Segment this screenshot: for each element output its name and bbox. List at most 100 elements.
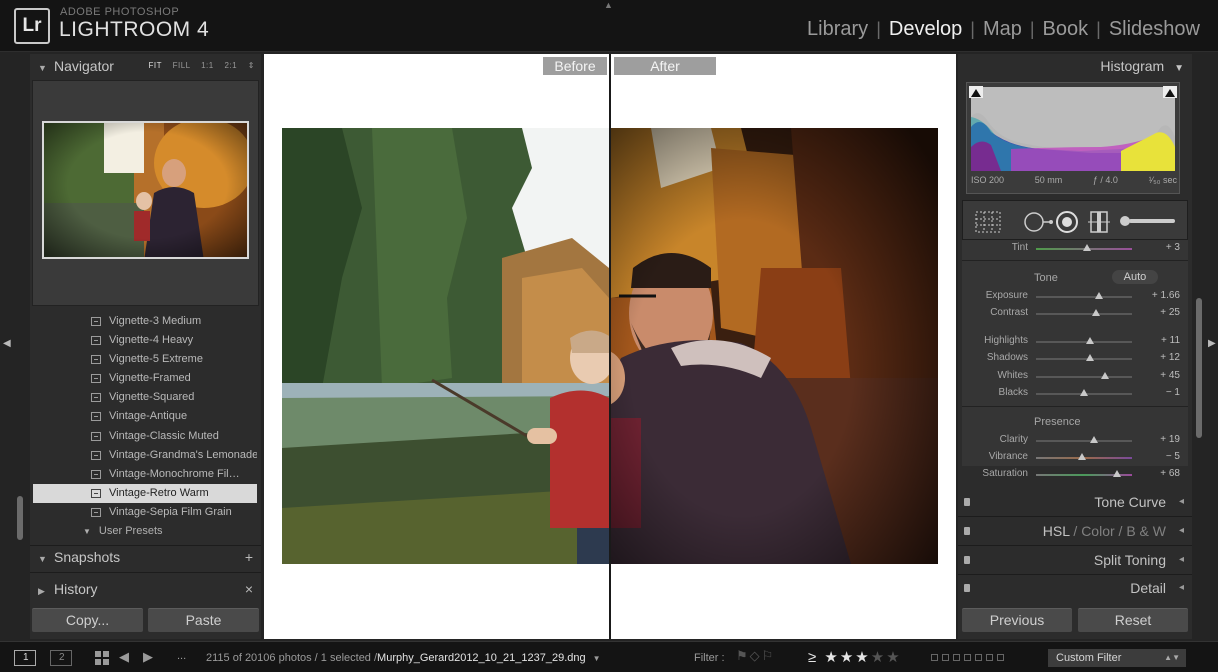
secondary-monitor-button[interactable]: 2 (50, 650, 72, 666)
paste-button[interactable]: Paste (148, 608, 259, 632)
preset-item[interactable]: Vignette-3 Medium (33, 312, 257, 331)
tint-slider[interactable]: Tint + 3 (962, 240, 1188, 256)
module-map[interactable]: Map (975, 18, 1030, 41)
snapshots-header[interactable]: ▼ Snapshots + (30, 545, 261, 569)
module-book[interactable]: Book (1035, 18, 1097, 41)
auto-tone-button[interactable]: Auto (1112, 270, 1158, 284)
primary-monitor-button[interactable]: 1 (14, 650, 36, 666)
shadows-slider[interactable]: Shadows + 12 (962, 350, 1188, 366)
zoom-fill[interactable]: FILL (173, 61, 191, 70)
stars-on[interactable]: ★★★ (824, 649, 870, 666)
graduated-filter-icon[interactable] (1087, 210, 1111, 239)
forward-arrow-icon[interactable]: ▶ (143, 649, 153, 665)
custom-filter-select[interactable]: Custom Filter ▲▼ (1048, 649, 1186, 667)
stars-off[interactable]: ★★ (871, 649, 902, 666)
slider-value[interactable]: + 12 (1160, 352, 1180, 363)
navigator-preview[interactable] (32, 80, 259, 306)
preset-item[interactable]: Vignette-5 Extreme (33, 350, 257, 369)
color-label-filter[interactable] (931, 654, 1004, 661)
slider-thumb[interactable] (1085, 354, 1094, 361)
tab-bw[interactable]: B & W (1126, 523, 1166, 539)
slider-track[interactable] (1036, 341, 1132, 343)
color-other-filter[interactable] (986, 654, 993, 661)
slider-value[interactable]: + 45 (1160, 370, 1180, 381)
tone-curve-header[interactable]: Tone Curve ◂ (962, 490, 1188, 514)
slider-track[interactable] (1036, 376, 1132, 378)
slider-value[interactable]: + 11 (1161, 335, 1180, 346)
slider-value[interactable]: + 19 (1160, 434, 1180, 445)
slider-thumb[interactable] (1080, 389, 1088, 396)
navigator-header[interactable]: ▼ Navigator FIT FILL 1:1 2:1 ⇕ (30, 54, 261, 78)
reset-button[interactable]: Reset (1078, 608, 1188, 632)
slider-thumb[interactable] (1082, 244, 1091, 251)
zoom-fit[interactable]: FIT (149, 61, 162, 70)
slider-thumb[interactable] (1078, 453, 1087, 460)
blacks-slider[interactable]: Blacks − 1 (962, 385, 1188, 401)
crop-overlay-icon[interactable] (975, 211, 1001, 238)
panel-switch-icon[interactable] (964, 527, 970, 535)
spot-removal-icon[interactable] (1023, 211, 1053, 238)
clarity-slider[interactable]: Clarity + 19 (962, 432, 1188, 448)
hsl-header[interactable]: HSL / Color / B & W ◂ (962, 519, 1188, 543)
module-library[interactable]: Library (799, 18, 876, 41)
preset-item[interactable]: Vintage-Classic Muted (33, 427, 257, 446)
slider-thumb[interactable] (1085, 337, 1094, 344)
module-slideshow[interactable]: Slideshow (1101, 18, 1208, 41)
color-yellow-filter[interactable] (942, 654, 949, 661)
slider-value[interactable]: + 3 (1166, 242, 1180, 253)
module-develop[interactable]: Develop (881, 18, 970, 41)
preset-item[interactable]: Vignette-Framed (33, 369, 257, 388)
slider-track[interactable] (1036, 358, 1132, 360)
slider-thumb[interactable] (1091, 309, 1100, 316)
whites-slider[interactable]: Whites + 45 (962, 368, 1188, 384)
after-photo[interactable] (611, 128, 938, 564)
panel-switch-icon[interactable] (964, 556, 970, 564)
right-scrollbar[interactable] (1196, 298, 1202, 438)
collapse-right-icon[interactable]: ▶ (1208, 338, 1216, 349)
slider-track[interactable] (1036, 313, 1132, 315)
slider-value[interactable]: − 1 (1166, 387, 1180, 398)
saturation-slider[interactable]: Saturation + 68 (962, 466, 1188, 482)
collapse-top-icon[interactable]: ▲ (604, 0, 613, 10)
add-snapshot-icon[interactable]: + (245, 545, 253, 569)
preset-item[interactable]: Vintage-Grandma's Lemonade (33, 446, 257, 465)
split-toning-header[interactable]: Split Toning ◂ (962, 548, 1188, 572)
color-red-filter[interactable] (931, 654, 938, 661)
tab-color[interactable]: Color (1081, 523, 1114, 539)
rating-operator[interactable]: ≥ (808, 649, 818, 666)
source-menu[interactable]: ... (177, 650, 186, 662)
red-eye-icon[interactable] (1055, 210, 1079, 239)
slider-track[interactable] (1036, 440, 1132, 442)
slider-thumb[interactable] (1089, 436, 1098, 443)
zoom-1-1[interactable]: 1:1 (201, 61, 214, 70)
slider-value[interactable]: − 5 (1166, 451, 1180, 462)
preset-item[interactable]: Vignette-4 Heavy (33, 331, 257, 350)
panel-switch-icon[interactable] (964, 498, 970, 506)
preset-item[interactable]: Vintage-Antique (33, 407, 257, 426)
slider-thumb[interactable] (1112, 470, 1121, 477)
slider-thumb[interactable] (1101, 372, 1110, 379)
vibrance-slider[interactable]: Vibrance − 5 (962, 449, 1188, 465)
copy-button[interactable]: Copy... (32, 608, 143, 632)
color-green-filter[interactable] (953, 654, 960, 661)
grid-view-icon[interactable] (95, 651, 109, 665)
back-arrow-icon[interactable]: ◀ (119, 649, 129, 665)
detail-header[interactable]: Detail ◂ (962, 576, 1188, 600)
user-presets-folder[interactable]: ▼ User Presets (33, 522, 257, 541)
before-photo[interactable] (282, 128, 609, 564)
collapse-left-icon[interactable]: ◀ (3, 338, 11, 349)
preset-item[interactable]: Vintage-Sepia Film Grain (33, 503, 257, 522)
preset-item-selected[interactable]: Vintage-Retro Warm (33, 483, 257, 503)
navigator-thumbnail[interactable] (42, 121, 249, 259)
contrast-slider[interactable]: Contrast + 25 (962, 305, 1188, 321)
exposure-slider[interactable]: Exposure + 1.66 (962, 288, 1188, 304)
slider-track[interactable] (1036, 296, 1132, 298)
clear-history-icon[interactable]: × (245, 577, 253, 601)
history-header[interactable]: ▶ History × (30, 577, 261, 601)
left-scrollbar[interactable] (17, 496, 23, 540)
slider-thumb[interactable] (1095, 292, 1104, 299)
histogram[interactable]: ISO 200 50 mm ƒ / 4.0 ¹⁄₅₀ sec (966, 82, 1180, 194)
slider-value[interactable]: + 68 (1160, 468, 1180, 479)
tab-hsl[interactable]: HSL (1043, 523, 1070, 539)
zoom-2-1[interactable]: 2:1 (224, 61, 237, 70)
